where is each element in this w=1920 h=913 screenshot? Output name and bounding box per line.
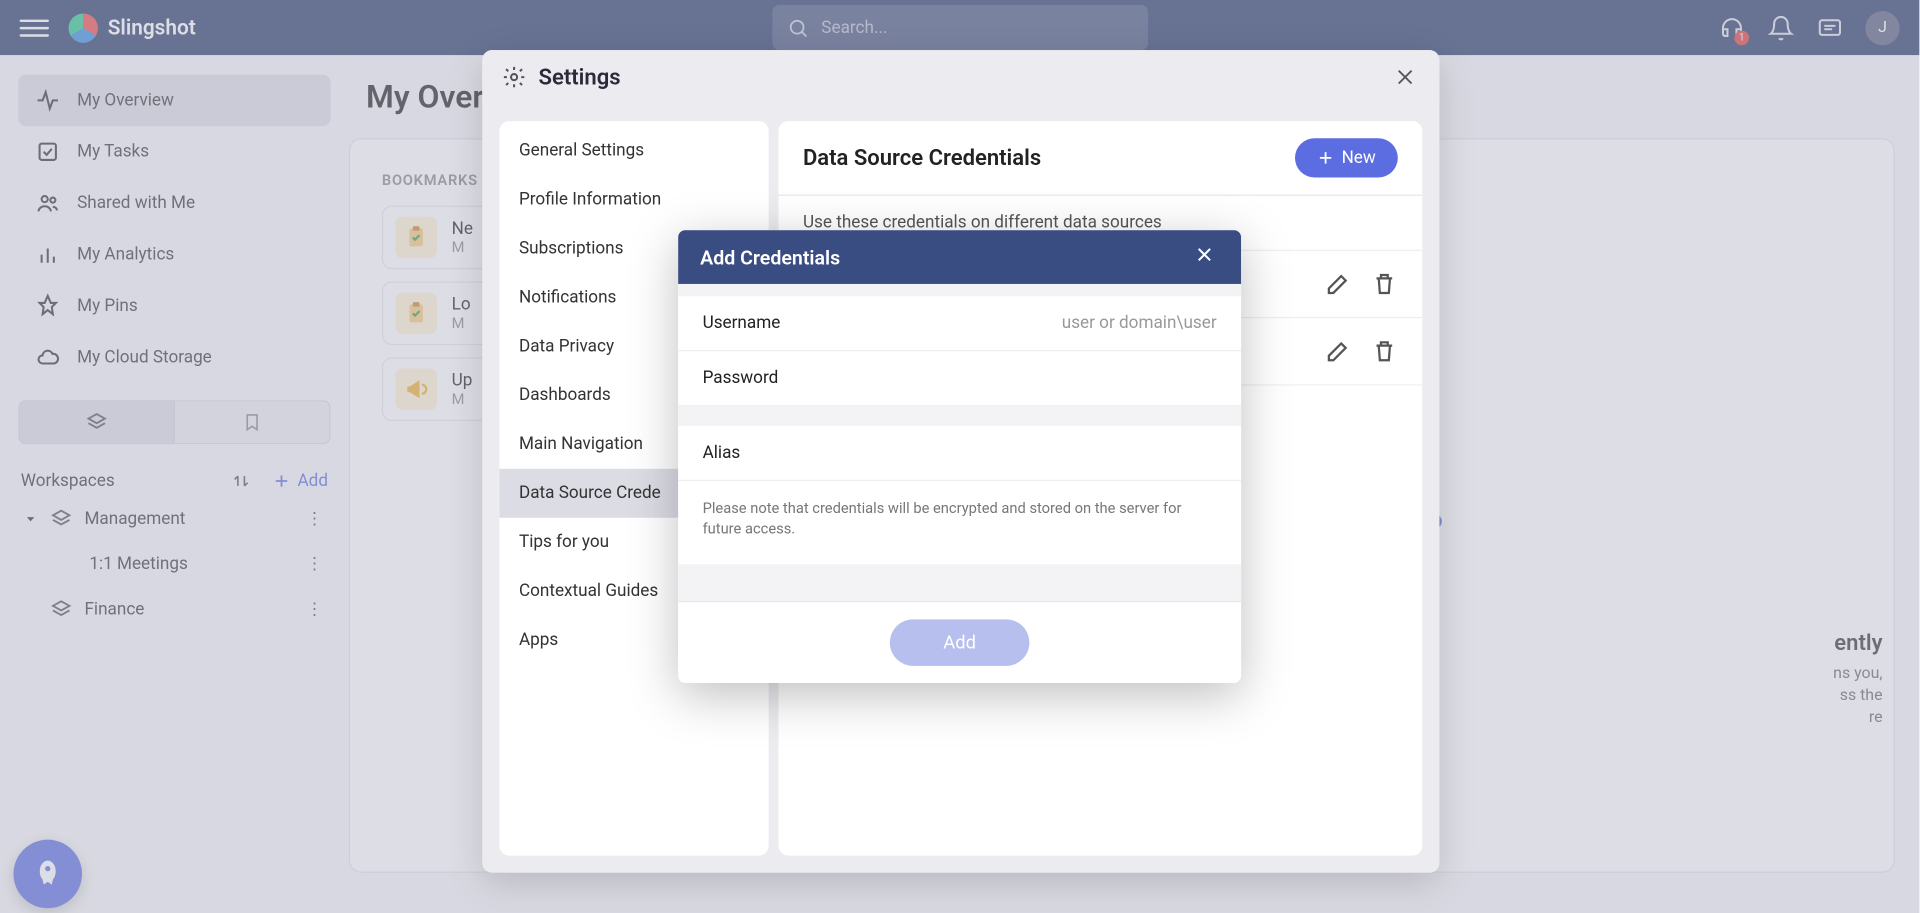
- close-icon: [1394, 66, 1416, 88]
- close-button[interactable]: [1390, 62, 1419, 91]
- plus-icon: [1317, 149, 1334, 166]
- username-row: Username: [678, 296, 1241, 351]
- password-input[interactable]: [837, 368, 1216, 388]
- settings-title: Settings: [539, 64, 621, 90]
- edit-icon[interactable]: [1324, 271, 1351, 298]
- close-button[interactable]: [1195, 245, 1219, 269]
- dialog-title: Add Credentials: [700, 245, 840, 268]
- alias-input[interactable]: [837, 443, 1216, 463]
- settings-nav-general[interactable]: General Settings: [499, 126, 768, 175]
- trash-icon[interactable]: [1371, 338, 1398, 365]
- new-button[interactable]: New: [1295, 138, 1398, 177]
- alias-row: Alias: [678, 426, 1241, 481]
- close-icon: [1195, 245, 1215, 265]
- password-row: Password: [678, 351, 1241, 406]
- username-label: Username: [703, 313, 838, 333]
- trash-icon[interactable]: [1371, 271, 1398, 298]
- password-label: Password: [703, 368, 838, 388]
- username-input[interactable]: [837, 313, 1216, 333]
- settings-nav-profile[interactable]: Profile Information: [499, 175, 768, 224]
- add-credentials-dialog: Add Credentials Username Password Alias …: [678, 230, 1241, 682]
- alias-label: Alias: [703, 443, 838, 463]
- panel-title: Data Source Credentials: [803, 145, 1041, 171]
- add-button[interactable]: Add: [889, 619, 1029, 666]
- gear-icon: [502, 65, 526, 89]
- encryption-note: Please note that credentials will be enc…: [678, 481, 1241, 564]
- edit-icon[interactable]: [1324, 338, 1351, 365]
